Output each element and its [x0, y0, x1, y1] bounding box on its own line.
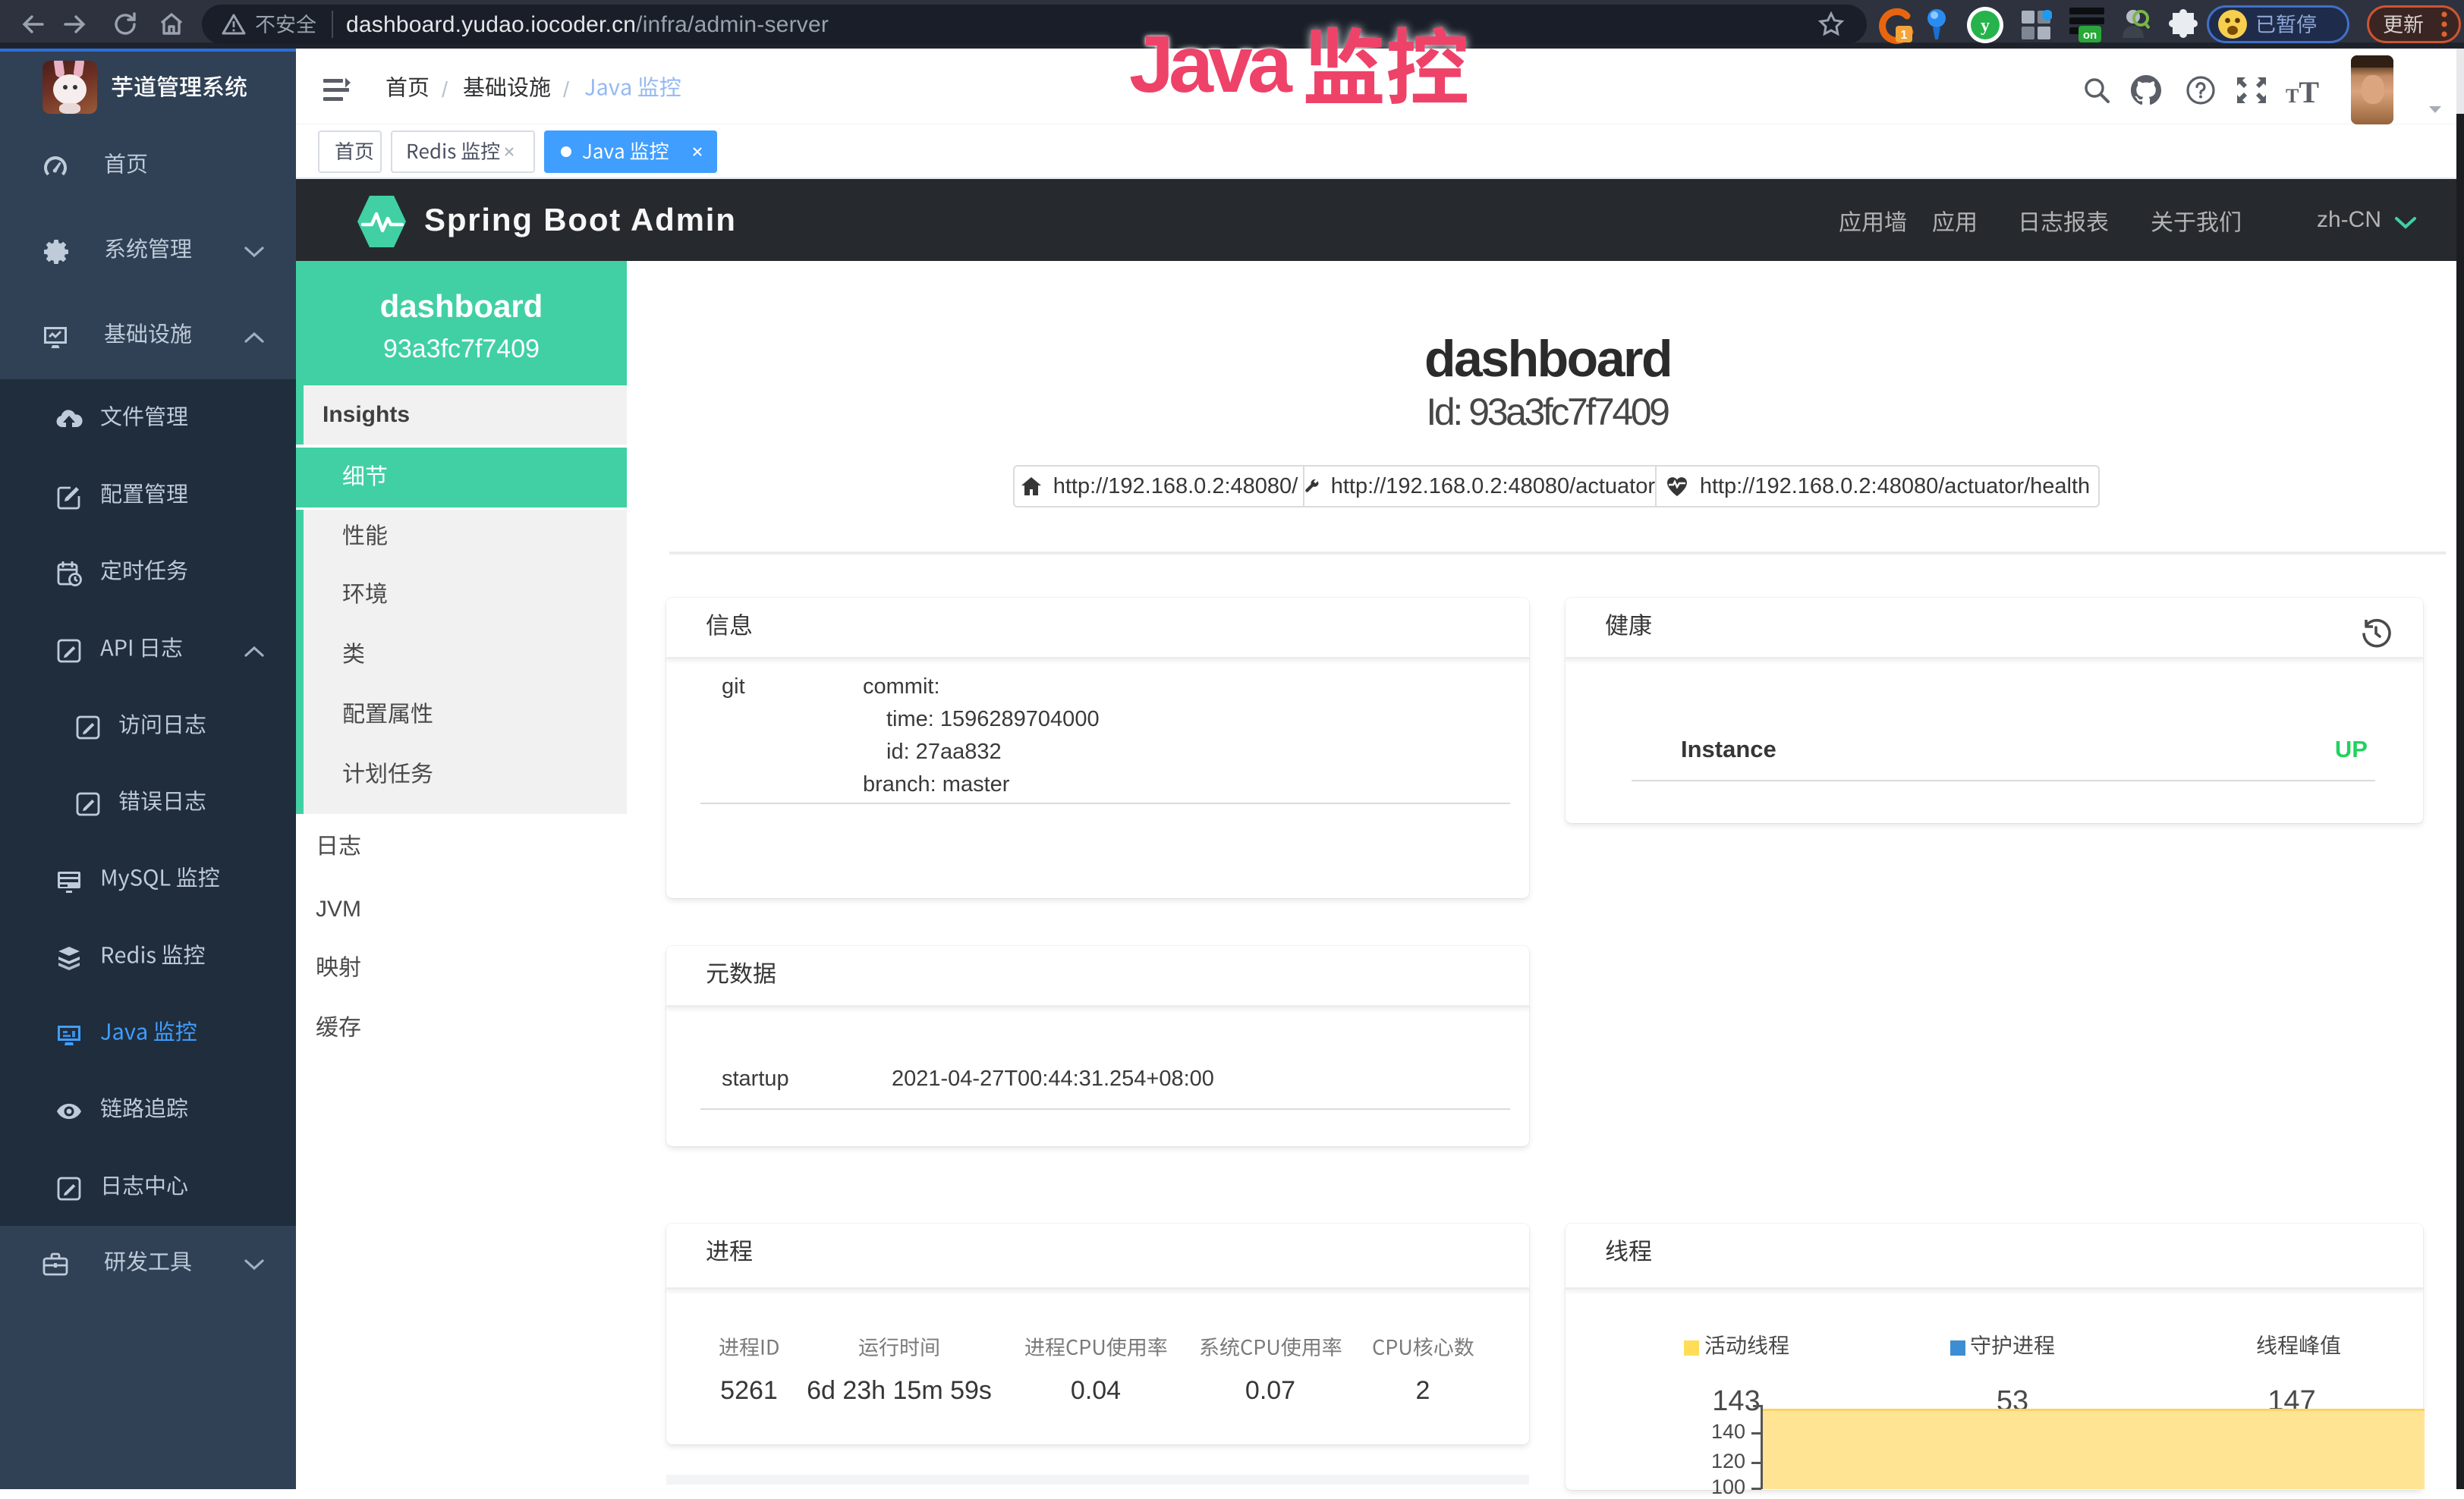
svg-text:1: 1 [1901, 29, 1908, 42]
svg-text:on: on [2083, 29, 2097, 42]
svg-text:y: y [1981, 16, 1990, 36]
